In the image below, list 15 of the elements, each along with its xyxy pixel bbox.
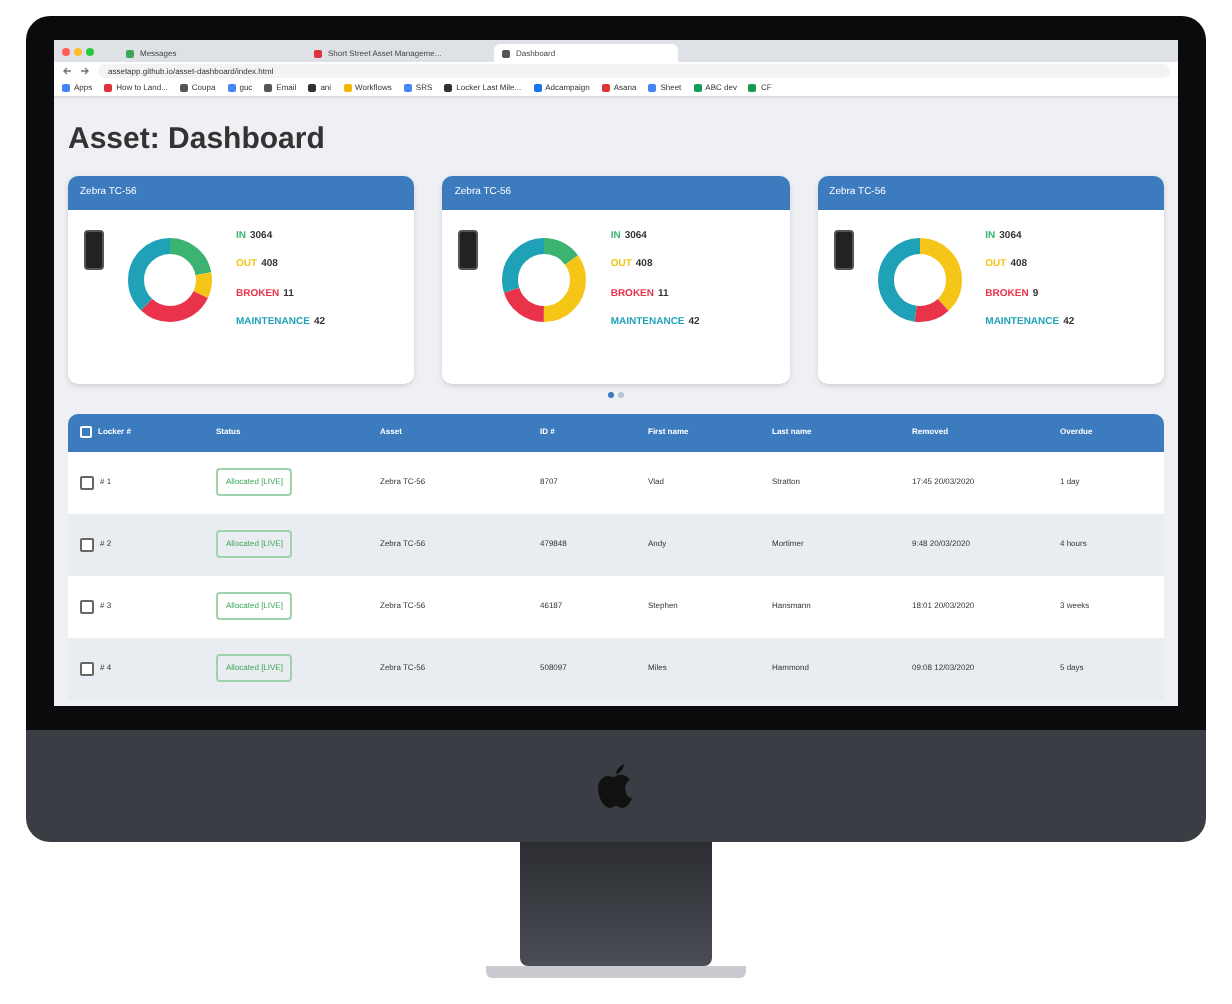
phone-icon: [84, 229, 104, 269]
donut-chart-drawing: [124, 234, 216, 326]
donut-chart-drawing: [498, 234, 591, 326]
row-checkbox[interactable]: [80, 599, 94, 613]
phone-icon: [458, 229, 479, 269]
page-title: Asset: Dashboard: [68, 120, 327, 160]
row-checkbox[interactable]: [80, 661, 94, 675]
forward-icon[interactable]: [80, 66, 90, 76]
row-checkbox[interactable]: [80, 537, 94, 551]
select-all-checkbox[interactable]: [80, 426, 92, 438]
donut-chart-drawing: [873, 234, 966, 326]
fruit-logo-icon: [598, 764, 634, 808]
back-icon[interactable]: [62, 66, 72, 76]
phone-icon: [833, 229, 854, 269]
row-checkbox[interactable]: [80, 475, 94, 489]
